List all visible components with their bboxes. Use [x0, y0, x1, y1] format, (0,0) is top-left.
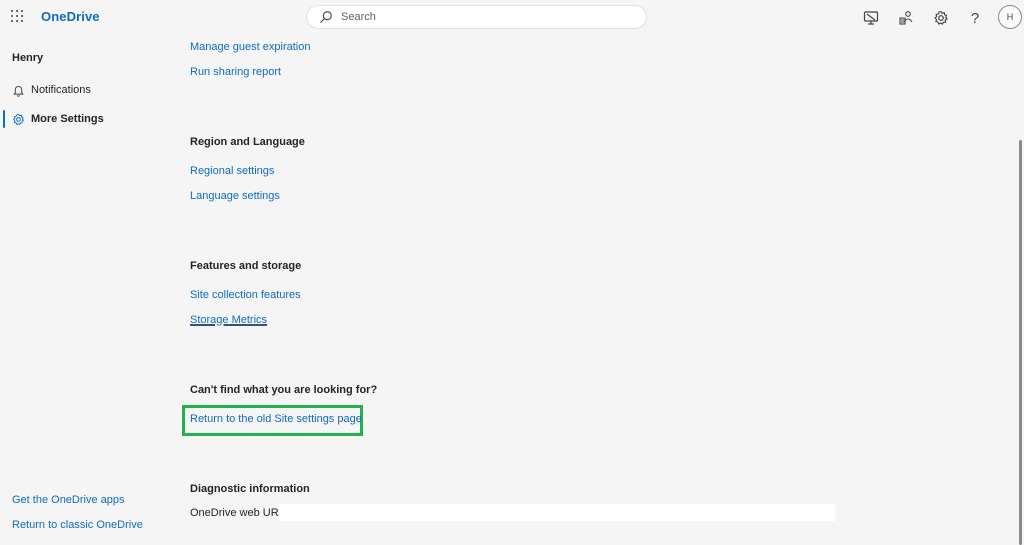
monitor-icon[interactable]: [860, 7, 882, 29]
section-heading: Region and Language: [190, 136, 305, 148]
top-bar: OneDrive ? H: [0, 0, 1024, 34]
sidebar-item-label: More Settings: [31, 113, 104, 125]
run-sharing-report-link[interactable]: Run sharing report: [190, 66, 281, 78]
search-input[interactable]: [341, 11, 621, 23]
url-label: OneDrive web URL:: [190, 507, 288, 519]
gear-icon: [13, 113, 24, 125]
manage-guest-expiration-link[interactable]: Manage guest expiration: [190, 41, 310, 53]
sidebar-item-label: Notifications: [31, 84, 91, 96]
section-heading: Features and storage: [190, 260, 302, 272]
section-heading: Can't find what you are looking for?: [190, 384, 378, 396]
search-icon: [320, 11, 332, 23]
bell-icon: [13, 85, 24, 97]
storage-metrics-link[interactable]: Storage Metrics: [190, 314, 267, 326]
gear-icon[interactable]: [930, 7, 952, 29]
regional-settings-link[interactable]: Regional settings: [190, 165, 274, 177]
help-icon[interactable]: ?: [964, 7, 986, 29]
scrollbar[interactable]: [1019, 140, 1022, 545]
avatar[interactable]: H: [998, 5, 1022, 29]
return-classic-link[interactable]: Return to classic OneDrive: [12, 519, 143, 531]
user-name: Henry: [12, 52, 44, 64]
app-launcher-icon[interactable]: [11, 10, 25, 24]
search-box[interactable]: [306, 5, 647, 29]
settings-content: Manage guest expiration Run sharing repo…: [182, 34, 990, 545]
sidebar-item-notifications[interactable]: Notifications: [0, 80, 170, 100]
sidebar: Henry Notifications More Settings Get th…: [0, 34, 180, 545]
language-settings-link[interactable]: Language settings: [190, 190, 280, 202]
get-apps-link[interactable]: Get the OneDrive apps: [12, 494, 125, 506]
sidebar-item-more-settings[interactable]: More Settings: [0, 109, 170, 129]
url-field[interactable]: [279, 504, 835, 521]
app-title[interactable]: OneDrive: [41, 9, 100, 24]
return-old-site-settings-link[interactable]: Return to the old Site settings page: [190, 413, 362, 425]
section-heading: Diagnostic information: [190, 483, 310, 495]
site-collection-features-link[interactable]: Site collection features: [190, 289, 301, 301]
share-people-icon[interactable]: [895, 7, 917, 29]
